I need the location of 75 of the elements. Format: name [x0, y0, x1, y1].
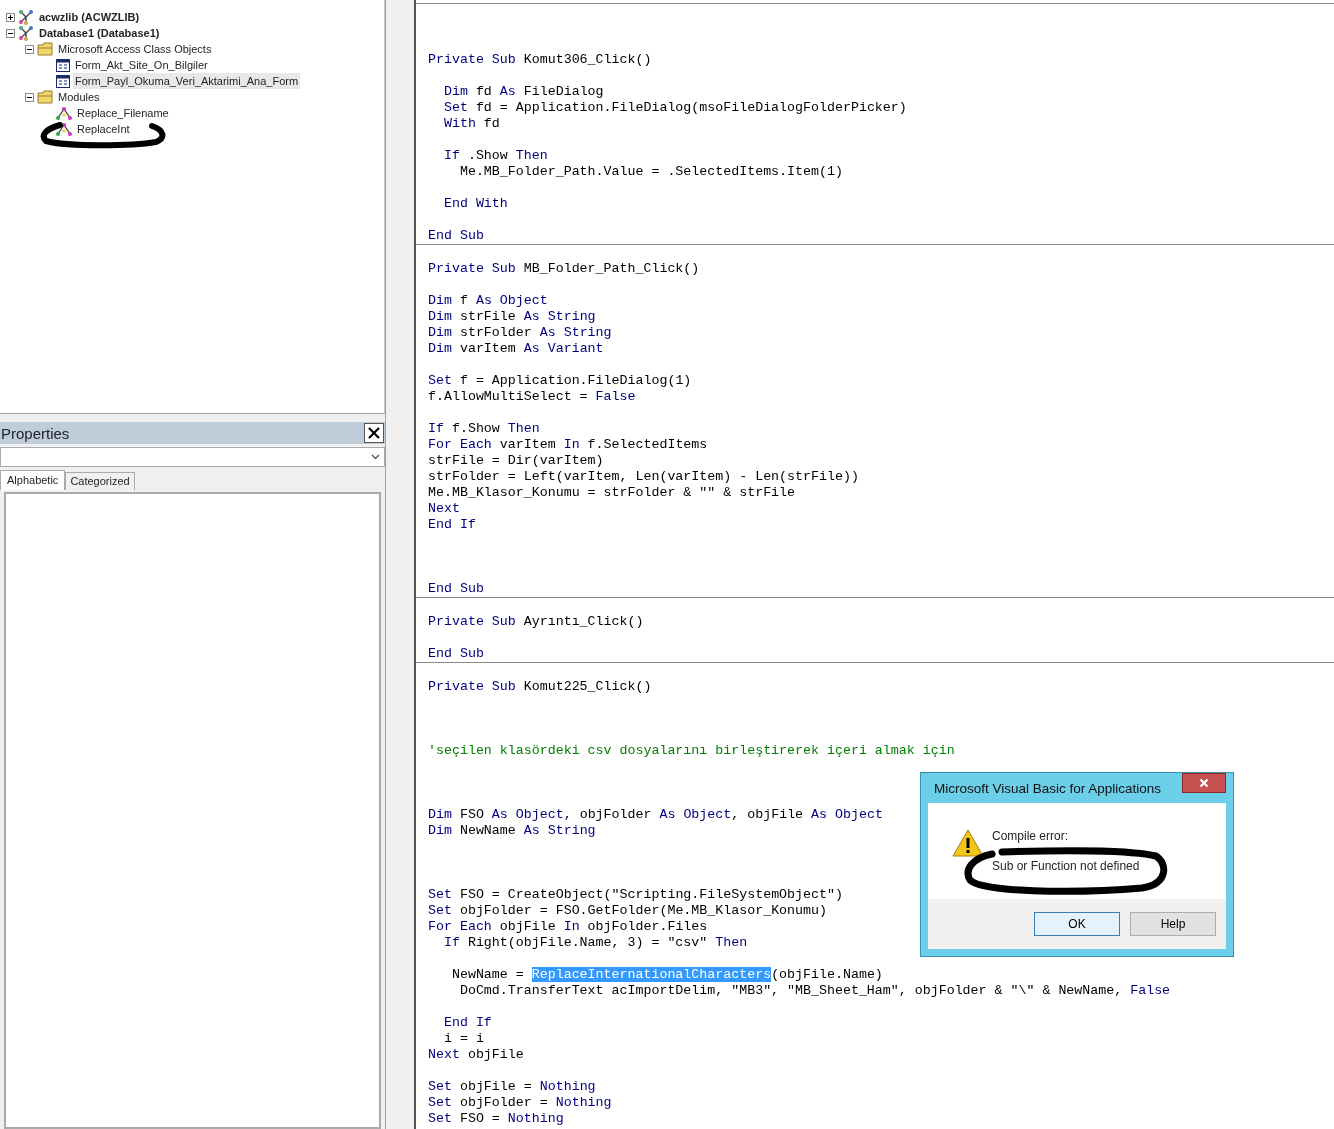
tree-item[interactable]: Modules — [56, 89, 102, 105]
folder-icon — [37, 90, 53, 104]
code-line: Dim NewName As String — [428, 823, 596, 839]
code-line: With fd — [442, 116, 500, 132]
code-line: Dim f As Object — [428, 293, 548, 309]
properties-title: Properties — [1, 424, 70, 442]
code-line: Set objFolder = FSO.GetFolder(Me.MB_Klasor_Konumu) — [428, 903, 827, 919]
form-icon — [56, 58, 70, 72]
folder-icon — [37, 42, 53, 56]
warning-icon — [952, 829, 984, 857]
collapse-icon[interactable] — [6, 28, 15, 38]
tree-item[interactable]: Form_Akt_Site_On_Bilgiler — [73, 57, 210, 73]
collapse-icon[interactable] — [25, 44, 34, 54]
code-line: Next objFile — [428, 1047, 524, 1063]
code-line: Set f = Application.FileDialog(1) — [428, 373, 692, 389]
code-line: For Each objFile In objFolder.Files — [428, 919, 708, 935]
code-line: Set objFolder = Nothing — [428, 1095, 612, 1111]
code-line: f.AllowMultiSelect = False — [428, 389, 636, 405]
close-icon — [1199, 778, 1209, 788]
module-icon — [56, 122, 72, 136]
code-line: Set FSO = Nothing — [428, 1111, 564, 1127]
close-button[interactable] — [364, 423, 384, 443]
code-line: Dim fd As FileDialog — [442, 84, 604, 100]
tree-item[interactable]: ReplaceInt — [75, 121, 132, 137]
project-icon — [18, 25, 34, 41]
close-icon — [367, 426, 381, 440]
code-line: Dim FSO As Object, objFolder As Object, objFile As Object — [428, 807, 883, 823]
code-line: Set FSO = CreateObject("Scripting.FileSystemObject") — [428, 887, 843, 903]
code-line: Dim strFile As String — [428, 309, 596, 325]
module-icon — [56, 106, 72, 120]
code-line: End Sub — [428, 581, 484, 597]
error-message: Sub or Function not defined — [992, 859, 1140, 873]
form-icon — [56, 74, 70, 88]
code-line: Next — [428, 501, 460, 517]
chevron-down-icon — [371, 454, 380, 460]
expand-icon[interactable] — [6, 12, 15, 22]
code-line: i = i — [442, 1031, 484, 1047]
code-line: Private Sub Komut225_Click() — [428, 679, 652, 695]
code-line: If f.Show Then — [428, 421, 540, 437]
close-button[interactable] — [1182, 773, 1226, 793]
tree-item[interactable]: Microsoft Access Class Objects — [56, 41, 214, 57]
code-line: End If — [428, 517, 476, 533]
code-line: Me.MB_Klasor_Konumu = strFolder & "" & strFile — [428, 485, 796, 501]
code-line: End Sub — [428, 646, 484, 662]
properties-tab[interactable]: Alphabetic — [0, 470, 66, 490]
error-heading: Compile error: — [992, 829, 1070, 843]
code-line: Set fd = Application.FileDialog(msoFileDialogFolderPicker) — [442, 100, 907, 116]
code-line: strFolder = Left(varItem, Len(varItem) - Len(strFile)) — [428, 469, 859, 485]
code-line: End Sub — [428, 228, 484, 244]
code-line: Me.MB_Folder_Path.Value = .SelectedItems.Item(1) — [458, 164, 843, 180]
dialog-title: Microsoft Visual Basic for Applications — [934, 780, 1162, 796]
collapse-icon[interactable] — [25, 92, 34, 102]
code-line: strFile = Dir(varItem) — [428, 453, 604, 469]
project-icon — [18, 9, 34, 25]
properties-tab[interactable]: Categorized — [65, 472, 135, 490]
code-line: For Each varItem In f.SelectedItems — [428, 437, 708, 453]
code-line: End With — [442, 196, 508, 212]
code-comment: 'seçilen klasördeki csv dosyalarını birleştirerek içeri almak için — [428, 743, 955, 759]
code-line: End If — [442, 1015, 492, 1031]
code-line: If Right(objFile.Name, 3) = "csv" Then — [442, 935, 748, 951]
tree-item[interactable]: Replace_Filename — [75, 105, 171, 121]
code-line: DoCmd.TransferText acImportDelim, "MB3", "MB_Sheet_Ham", objFolder & "\" & NewName, False — [458, 983, 1171, 999]
code-line: Private Sub Ayrıntı_Click() — [428, 614, 644, 630]
code-line: Dim varItem As Variant — [428, 341, 604, 357]
dialog-button[interactable]: Help — [1130, 912, 1216, 936]
code-line: If .Show Then — [442, 148, 548, 164]
tree-item[interactable]: acwzlib (ACWZLIB) — [37, 9, 142, 25]
code-line: Set objFile = Nothing — [428, 1079, 596, 1095]
tree-item[interactable]: Database1 (Database1) — [37, 25, 162, 41]
code-line: NewName = ReplaceInternationalCharacters(objFile.Name) — [450, 967, 883, 983]
tree-item[interactable]: Form_Payl_Okuma_Veri_Aktarimi_Ana_Form — [73, 73, 301, 89]
code-line: Dim strFolder As String — [428, 325, 612, 341]
dialog-button[interactable]: OK — [1034, 912, 1120, 936]
code-line: Private Sub Komut306_Click() — [428, 52, 652, 68]
code-line: Private Sub MB_Folder_Path_Click() — [428, 261, 700, 277]
